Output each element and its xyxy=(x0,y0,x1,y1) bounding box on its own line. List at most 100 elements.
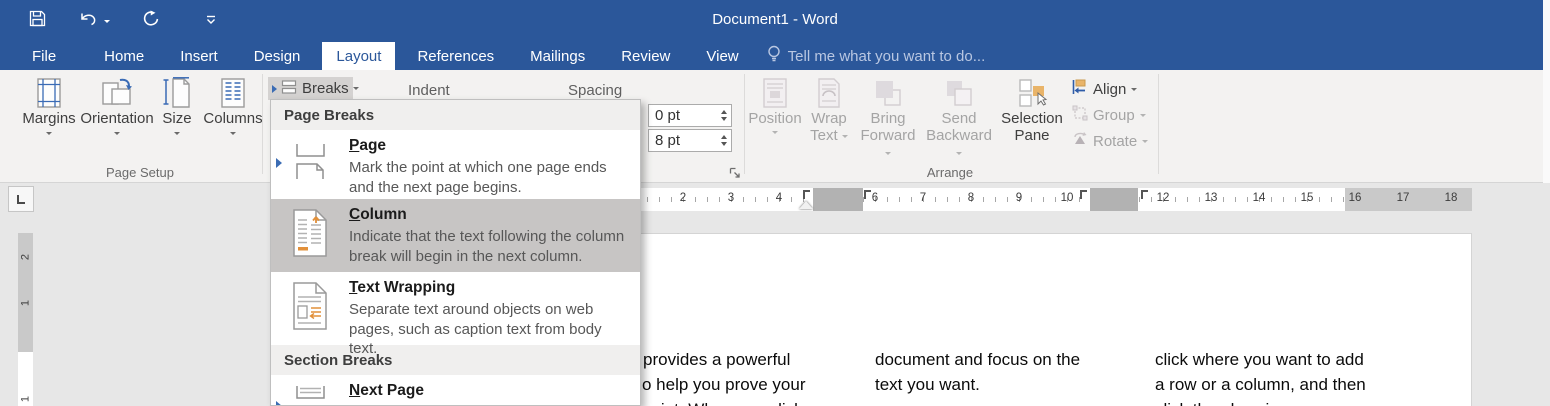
menu-item-text-wrapping-desc: pages, such as caption text from body te… xyxy=(349,320,602,358)
paragraph-dialog-launcher[interactable] xyxy=(729,166,741,184)
column-margin-marker[interactable] xyxy=(803,190,810,199)
tab-view[interactable]: View xyxy=(692,42,752,70)
align-label: Align xyxy=(1093,80,1127,98)
orientation-button[interactable]: Orientation xyxy=(80,76,154,135)
menu-item-text-wrapping-desc: Separate text around objects on web xyxy=(349,301,594,318)
orientation-caret-icon xyxy=(114,132,120,135)
vertical-ruler[interactable]: 2 1 1 xyxy=(18,212,33,406)
spinner-arrows[interactable] xyxy=(717,135,731,146)
word-window: Document1 - Word File Home Insert Design… xyxy=(0,0,1550,406)
column-break-icon xyxy=(271,206,349,258)
breaks-caret-icon xyxy=(352,87,359,90)
wrap-text-label-2: Text xyxy=(810,127,838,144)
tab-references[interactable]: References xyxy=(403,42,508,70)
column-gutter-2[interactable] xyxy=(1090,188,1138,211)
group-icon xyxy=(1072,105,1088,125)
ruler-number: 13 xyxy=(1204,192,1218,204)
size-button[interactable]: Size xyxy=(156,76,198,135)
tell-me-box[interactable]: Tell me what you want to do... xyxy=(767,42,986,70)
column-margin-marker[interactable] xyxy=(864,190,871,199)
send-backward-icon xyxy=(944,76,974,110)
spacing-heading: Spacing xyxy=(568,82,623,99)
page-setup-group-label: Page Setup xyxy=(106,165,174,180)
insertion-indicator-icon xyxy=(276,158,282,168)
margins-caret-icon xyxy=(46,132,52,135)
wrap-text-label-1: Wrap xyxy=(811,110,847,127)
spinner-arrows[interactable] xyxy=(717,110,731,121)
menu-item-column[interactable]: Column Indicate that the text following … xyxy=(271,199,640,272)
tab-design[interactable]: Design xyxy=(240,42,315,70)
align-button[interactable]: Align xyxy=(1072,79,1138,99)
tab-file[interactable]: File xyxy=(18,42,70,70)
send-backward-label-2: Backward xyxy=(926,127,992,144)
group-label: Group xyxy=(1093,106,1135,124)
margins-label: Margins xyxy=(22,110,76,127)
right-indent-marker[interactable] xyxy=(799,201,813,209)
columns-button[interactable]: Columns xyxy=(202,76,264,135)
spacing-after-spinner[interactable]: 8 pt xyxy=(648,129,732,152)
tab-insert[interactable]: Insert xyxy=(166,42,232,70)
document-text: document and focus on the xyxy=(875,350,1081,369)
tab-layout[interactable]: Layout xyxy=(322,42,396,70)
spin-up-icon[interactable] xyxy=(721,110,727,114)
menu-item-page-desc: Mark the point at which one page ends xyxy=(349,159,607,176)
group-divider xyxy=(1158,74,1159,174)
menu-item-text-wrapping[interactable]: Text Wrapping Separate text around objec… xyxy=(271,272,640,357)
tab-mailings[interactable]: Mailings xyxy=(516,42,599,70)
selection-pane-icon xyxy=(1016,76,1048,110)
menu-item-page-title: Page xyxy=(349,137,387,154)
ruler-number: 17 xyxy=(1396,192,1410,204)
spacing-before-spinner[interactable]: 0 pt xyxy=(648,104,732,127)
spin-down-icon[interactable] xyxy=(721,117,727,121)
size-label: Size xyxy=(162,110,192,127)
ruler-number: 2 xyxy=(19,253,32,261)
next-page-icon xyxy=(271,382,349,405)
breaks-indicator-icon xyxy=(272,84,277,93)
bring-forward-label-1: Bring xyxy=(870,110,906,127)
tab-review[interactable]: Review xyxy=(607,42,684,70)
bring-forward-button: Bring Forward xyxy=(856,76,920,161)
breaks-label: Breaks xyxy=(302,80,349,97)
ruler-number: 16 xyxy=(1348,192,1362,204)
bring-forward-caret-icon xyxy=(885,151,891,155)
ruler-number: 14 xyxy=(1252,192,1266,204)
selection-pane-label-1: Selection xyxy=(1001,110,1063,127)
group-caret-icon xyxy=(1139,113,1146,117)
align-caret-icon xyxy=(1131,87,1138,91)
insertion-indicator-icon xyxy=(276,401,282,405)
tab-home[interactable]: Home xyxy=(90,42,158,70)
selection-pane-button[interactable]: Selection Pane xyxy=(998,76,1066,144)
group-button: Group xyxy=(1072,105,1146,125)
orientation-label: Orientation xyxy=(80,110,154,127)
column-margin-marker[interactable] xyxy=(1080,190,1087,199)
menu-item-next-page[interactable]: Next Page xyxy=(271,375,640,405)
spacing-before-value: 0 pt xyxy=(655,107,681,124)
wrap-text-caret-icon xyxy=(841,134,848,138)
spin-up-icon[interactable] xyxy=(721,135,727,139)
ruler-number: 18 xyxy=(1444,192,1458,204)
position-label: Position xyxy=(748,110,802,127)
tab-stop-selector[interactable] xyxy=(8,186,34,212)
document-text: provides a powerful xyxy=(643,350,791,369)
columns-label: Columns xyxy=(203,110,263,127)
column-gutter-1[interactable] xyxy=(813,188,863,211)
position-button: Position xyxy=(748,76,802,134)
ruler-number: 8 xyxy=(967,192,975,204)
breaks-button[interactable]: Breaks xyxy=(268,77,359,100)
tell-me-text: Tell me what you want to do... xyxy=(787,47,986,65)
margins-button[interactable]: Margins xyxy=(18,76,80,135)
document-text: point. When you click xyxy=(642,400,803,406)
tab-stop-icon xyxy=(17,194,25,204)
page-break-icon xyxy=(271,137,349,183)
menu-item-text-wrapping-title: Text Wrapping xyxy=(349,279,456,296)
rotate-icon xyxy=(1072,131,1088,151)
menu-item-page[interactable]: Page Mark the point at which one page en… xyxy=(271,130,640,199)
lightbulb-icon xyxy=(767,45,781,67)
document-text: click where you want to add xyxy=(1155,350,1364,369)
columns-icon xyxy=(219,76,247,110)
ruler-number: 1 xyxy=(19,299,32,307)
spin-down-icon[interactable] xyxy=(721,142,727,146)
column-margin-marker[interactable] xyxy=(1141,190,1148,199)
orientation-icon xyxy=(100,76,134,110)
columns-caret-icon xyxy=(230,132,236,135)
